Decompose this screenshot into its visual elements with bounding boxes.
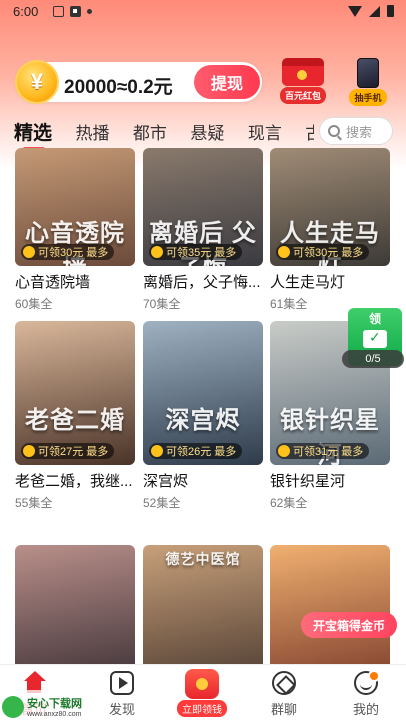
profile-icon bbox=[354, 670, 380, 695]
nav-discover-label: 发现 bbox=[108, 702, 135, 717]
battery-icon bbox=[387, 5, 394, 17]
claim-progress: 0/5 bbox=[342, 350, 404, 368]
tab-hot[interactable]: 热播 bbox=[75, 119, 109, 144]
reward-badge: 可领30元 最多 bbox=[21, 244, 115, 260]
signal-icon bbox=[369, 5, 380, 17]
drama-card[interactable]: 老爸二婚 可领27元 最多 老爸二婚，我继... 55集全 bbox=[15, 321, 135, 511]
reward-text: 可领26元 最多 bbox=[166, 446, 237, 458]
status-bar: 6:00 bbox=[0, 0, 406, 24]
drama-poster[interactable]: 心音透院墙 可领30元 最多 bbox=[15, 148, 135, 266]
app-notification-icon bbox=[53, 6, 64, 17]
red-envelope-icon bbox=[185, 669, 219, 699]
reward-text: 可领35元 最多 bbox=[166, 247, 237, 259]
coin-exchange-rate: 20000≈0.2元 bbox=[64, 77, 173, 98]
drama-title: 人生走马灯 bbox=[270, 274, 346, 291]
drama-title: 老爸二婚，我继... bbox=[15, 473, 133, 490]
drama-episodes: 52集全 bbox=[143, 496, 181, 510]
poster-title: 深宫烬 bbox=[165, 407, 241, 435]
drama-card[interactable]: 离婚后 父子悔 可领35元 最多 离婚后，父子悔... 70集全 bbox=[143, 148, 263, 312]
coin-icon bbox=[151, 445, 163, 457]
reward-text: 可领31元 最多 bbox=[293, 446, 364, 458]
coin-icon bbox=[278, 445, 290, 457]
phone-lottery-label: 抽手机 bbox=[349, 89, 387, 106]
drama-title: 离婚后，父子悔... bbox=[143, 274, 261, 291]
coin-icon bbox=[278, 246, 290, 258]
nav-me-label: 我的 bbox=[352, 702, 379, 717]
reward-badge: 可领30元 最多 bbox=[276, 244, 370, 260]
drama-card[interactable]: 德艺中医馆 bbox=[143, 545, 263, 664]
nav-cash[interactable]: 立即领钱 bbox=[172, 669, 232, 718]
drama-title: 心音透院墙 bbox=[15, 274, 91, 291]
drama-poster[interactable]: 老爸二婚 可领27元 最多 bbox=[15, 321, 135, 465]
watermark-logo-icon bbox=[2, 695, 24, 718]
drama-episodes: 55集全 bbox=[15, 496, 53, 510]
treasure-chest-button[interactable]: 开宝箱得金币 bbox=[301, 612, 397, 638]
drama-episodes: 62集全 bbox=[270, 496, 308, 510]
notification-dot bbox=[368, 670, 380, 682]
drama-title: 银针织星河 bbox=[270, 473, 346, 490]
search-icon bbox=[328, 125, 340, 137]
reward-text: 可领27元 最多 bbox=[38, 446, 109, 458]
dot-icon bbox=[87, 9, 92, 14]
play-icon bbox=[110, 671, 134, 695]
system-icons bbox=[348, 5, 394, 17]
reward-badge: 可领31元 最多 bbox=[276, 443, 370, 459]
drama-grid: 心音透院墙 可领30元 最多 心音透院墙 60集全 离婚后 父子悔 可领35元 … bbox=[0, 148, 406, 664]
nav-discover[interactable]: 发现 bbox=[92, 671, 152, 718]
site-watermark: 安心下载网 www.anxz80.com bbox=[0, 690, 100, 723]
drama-card[interactable]: 心音透院墙 可领30元 最多 心音透院墙 60集全 bbox=[15, 148, 135, 312]
drama-episodes: 60集全 bbox=[15, 297, 53, 311]
red-envelope-label: 百元红包 bbox=[279, 87, 326, 104]
nav-group-chat[interactable]: 群聊 bbox=[254, 671, 314, 718]
drama-poster[interactable] bbox=[15, 545, 135, 664]
drama-poster[interactable]: 人生走马灯 可领30元 最多 bbox=[270, 148, 390, 266]
search-placeholder: 搜索 bbox=[346, 124, 373, 140]
phone-lottery-promo[interactable]: 抽手机 bbox=[344, 58, 392, 106]
poster-title: 老爸二婚 bbox=[25, 407, 125, 435]
drama-episodes: 70集全 bbox=[143, 297, 181, 311]
drama-title: 深宫烬 bbox=[143, 473, 189, 490]
watermark-text: 安心下载网 bbox=[27, 698, 82, 710]
group-chat-icon bbox=[272, 671, 296, 695]
coin-icon bbox=[23, 246, 35, 258]
coin-icon bbox=[151, 246, 163, 258]
nav-cash-label: 立即领钱 bbox=[177, 700, 227, 717]
reward-badge: 可领26元 最多 bbox=[149, 443, 243, 459]
watermark-url: www.anxz80.com bbox=[27, 711, 82, 718]
tab-ancient[interactable]: 古 bbox=[305, 119, 314, 144]
nav-group-label: 群聊 bbox=[270, 702, 297, 717]
tab-featured[interactable]: 精选 bbox=[14, 118, 52, 148]
drama-poster[interactable]: 深宫烬 可领26元 最多 bbox=[143, 321, 263, 465]
drama-card[interactable]: 人生走马灯 可领30元 最多 人生走马灯 61集全 bbox=[270, 148, 390, 312]
status-time: 6:00 bbox=[13, 4, 39, 19]
reward-text: 可领30元 最多 bbox=[38, 247, 109, 259]
reward-badge: 可领27元 最多 bbox=[21, 443, 115, 459]
coin-icon bbox=[23, 445, 35, 457]
poster-title: 德艺中医馆 bbox=[165, 551, 241, 567]
wechat-pay-icon bbox=[363, 329, 387, 348]
tab-romance[interactable]: 现言 bbox=[248, 119, 282, 144]
image-notification-icon bbox=[70, 6, 81, 17]
nav-me[interactable]: 我的 bbox=[336, 670, 396, 718]
phone-prize-icon bbox=[357, 58, 379, 88]
reward-badge: 可领35元 最多 bbox=[149, 244, 243, 260]
reward-text: 可领30元 最多 bbox=[293, 247, 364, 259]
drama-card[interactable]: 深宫烬 可领26元 最多 深宫烬 52集全 bbox=[143, 321, 263, 511]
withdraw-button[interactable]: 提现 bbox=[194, 65, 260, 99]
red-envelope-promo[interactable]: 百元红包 bbox=[276, 58, 330, 104]
tab-urban[interactable]: 都市 bbox=[133, 119, 167, 144]
drama-poster[interactable]: 德艺中医馆 bbox=[143, 545, 263, 664]
red-envelope-icon bbox=[282, 58, 324, 86]
drama-card[interactable] bbox=[15, 545, 135, 664]
drama-poster[interactable]: 离婚后 父子悔 可领35元 最多 bbox=[143, 148, 263, 266]
drama-poster[interactable] bbox=[270, 545, 390, 664]
wifi-icon bbox=[348, 5, 362, 17]
notification-icons bbox=[53, 6, 92, 17]
gold-coin-icon: ¥ bbox=[15, 60, 59, 104]
search-input[interactable]: 搜索 bbox=[319, 117, 393, 145]
tab-suspense[interactable]: 悬疑 bbox=[190, 119, 224, 144]
category-tabs: 精选 热播 都市 悬疑 现言 古 bbox=[14, 118, 314, 148]
drama-card[interactable] bbox=[270, 545, 390, 664]
claim-label: 领 bbox=[368, 312, 381, 326]
